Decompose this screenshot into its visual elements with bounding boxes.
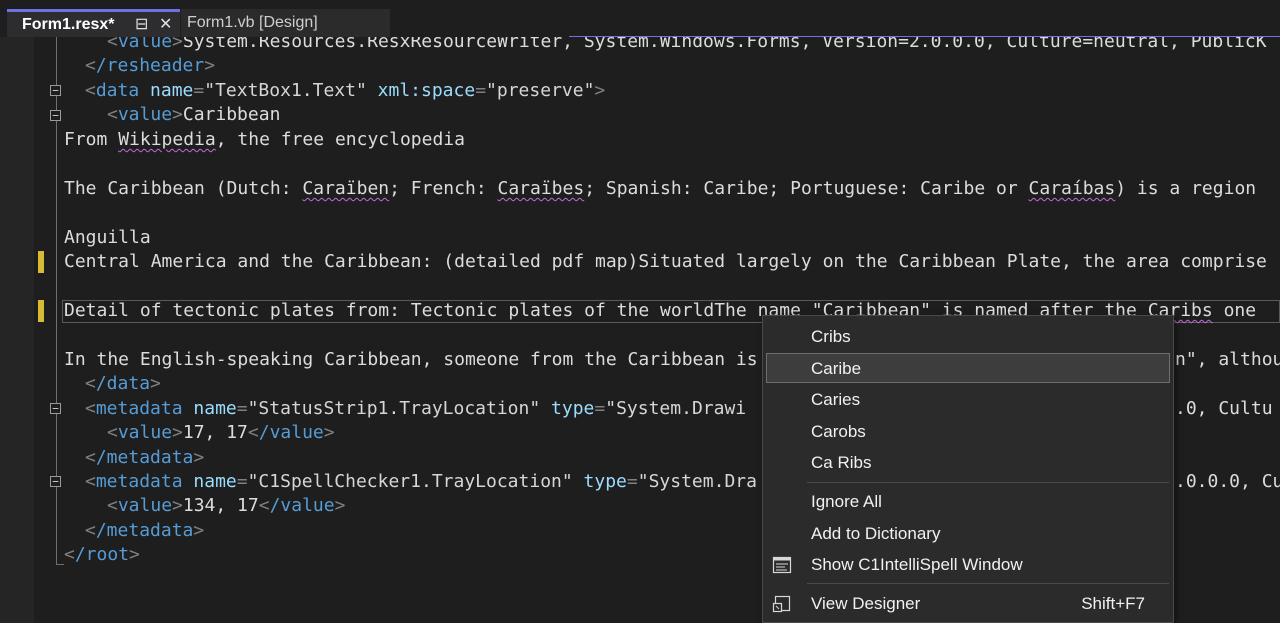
document-tab-bar: Form1.resx* ⊟ ✕ Form1.vb [Design] (0, 0, 1280, 38)
close-icon[interactable]: ✕ (159, 12, 172, 37)
menu-item-suggestion-cribs[interactable]: Cribs (766, 322, 1170, 352)
change-marker (38, 251, 44, 273)
code-line: <value>17, 17</value> (107, 422, 335, 443)
code-line: <value>134, 17</value> (107, 495, 346, 516)
menu-item-suggestion-caries[interactable]: Caries (766, 385, 1170, 415)
menu-item-suggestion-caribe[interactable]: Caribe (766, 353, 1170, 383)
code-line: <metadata name="C1SpellChecker1.TrayLoca… (85, 471, 757, 492)
menu-item-suggestion-carobs[interactable]: Carobs (766, 417, 1170, 447)
misspelled-word[interactable]: Caraíbas (1029, 178, 1116, 199)
menu-item-suggestion-ca-ribs[interactable]: Ca Ribs (766, 448, 1170, 478)
code-line: </resheader> (85, 55, 216, 76)
code-line: </data> (85, 373, 161, 394)
outline-guide-end (56, 564, 64, 565)
code-line-tail: .0, Cultu (1175, 398, 1273, 419)
code-line-tail: .0.0.0, Cu (1175, 471, 1280, 492)
code-line: </metadata> (85, 447, 205, 468)
menu-separator (807, 583, 1169, 584)
tab-form1-vb-design[interactable]: Form1.vb [Design] (181, 9, 390, 37)
menu-item-ignore-all[interactable]: Ignore All (766, 487, 1170, 517)
collapse-icon[interactable]: − (50, 476, 61, 487)
misspelled-word[interactable]: Caraïben (302, 178, 389, 199)
misspelled-word[interactable]: Caraïbes (498, 178, 585, 199)
collapse-icon[interactable]: − (50, 110, 61, 121)
menu-separator (807, 482, 1169, 483)
code-line: In the English-speaking Caribbean, someo… (64, 349, 758, 370)
menu-item-show-intellispell-window[interactable]: Show C1IntelliSpell Window (766, 550, 1170, 580)
collapse-icon[interactable]: − (50, 85, 61, 96)
tab-form1-resx[interactable]: Form1.resx* ⊟ ✕ (7, 9, 180, 37)
editor-left-margin (0, 37, 34, 623)
code-line: Anguilla (64, 227, 151, 248)
spell-check-context-menu: Cribs Caribe Caries Carobs Ca Ribs Ignor… (762, 315, 1174, 623)
tab-label: Form1.resx* (22, 16, 115, 33)
code-line: </root> (64, 544, 140, 565)
code-line: The Caribbean (Dutch: Caraïben; French: … (64, 178, 1257, 199)
misspelled-word[interactable]: Wikipedia (118, 129, 216, 150)
pin-icon[interactable]: ⊟ (135, 12, 148, 37)
code-line-tail: n", althou (1175, 349, 1280, 370)
code-line: <value>Caribbean (107, 104, 281, 125)
menu-item-add-to-dictionary[interactable]: Add to Dictionary (766, 519, 1170, 549)
menu-item-view-designer[interactable]: View Designer Shift+F7 (766, 589, 1170, 619)
spell-window-icon (772, 556, 792, 574)
code-line: <data name="TextBox1.Text" xml:space="pr… (85, 80, 606, 101)
code-line: <metadata name="StatusStrip1.TrayLocatio… (85, 398, 747, 419)
view-designer-icon (772, 595, 791, 613)
code-line: From Wikipedia, the free encyclopedia (64, 129, 465, 150)
code-line: </metadata> (85, 520, 205, 541)
tab-label: Form1.vb [Design] (187, 14, 318, 31)
collapse-icon[interactable]: − (50, 403, 61, 414)
code-line: Central America and the Caribbean: (deta… (64, 251, 1267, 272)
code-line: <value>System.Resources.ResxResourceWrit… (107, 37, 1267, 52)
change-marker (38, 300, 44, 322)
